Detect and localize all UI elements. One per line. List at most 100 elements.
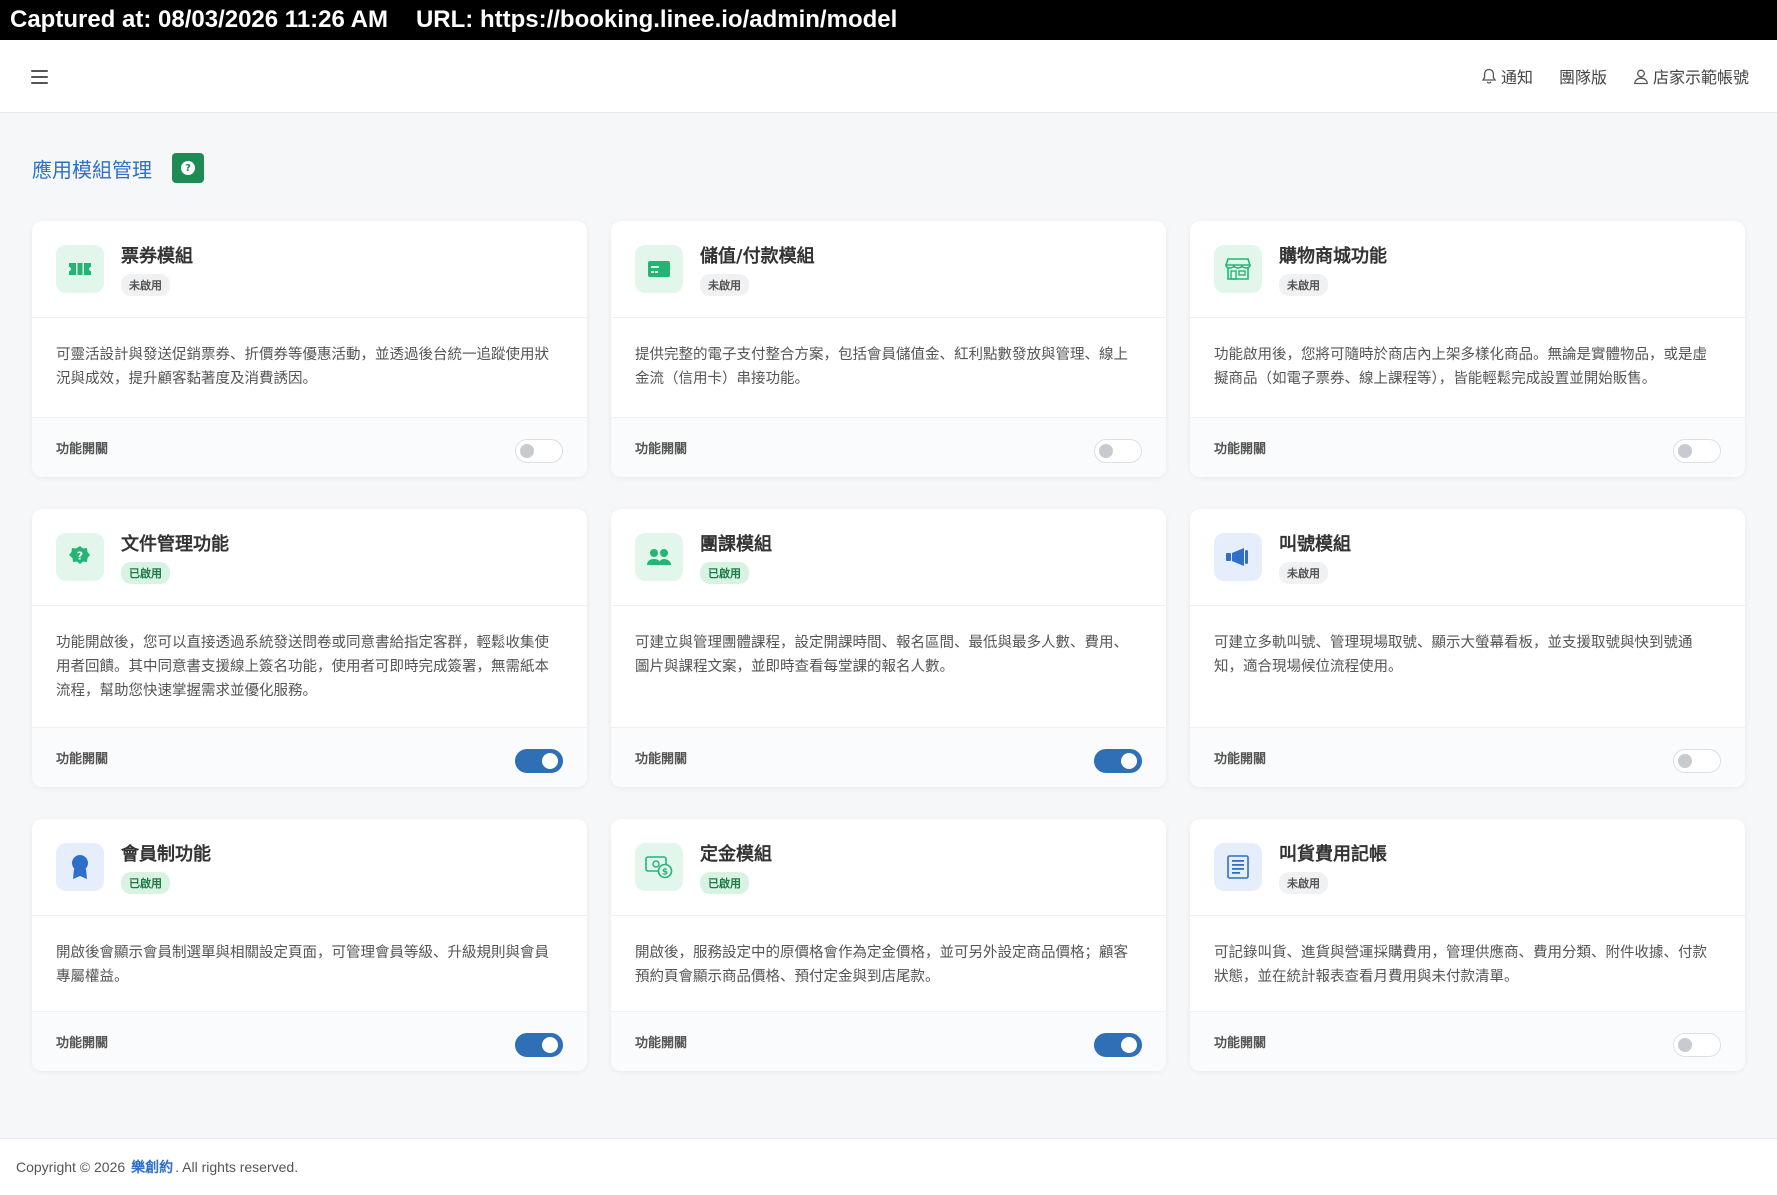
capture-info-bar: Captured at: 08/03/2026 11:26 AM URL: ht… [0, 0, 1777, 40]
notifications-label: 通知 [1500, 68, 1533, 87]
deposit-money-icon: $ [645, 854, 673, 880]
brand-link[interactable]: 樂創約 [131, 1157, 173, 1177]
capture-timestamp: Captured at: 08/03/2026 11:26 AM [10, 6, 388, 33]
rights-text: . All rights reserved. [175, 1159, 299, 1175]
team-edition-link[interactable]: 團隊版 [1559, 64, 1607, 88]
module-card-footer: 功能開關 [611, 1011, 1166, 1071]
module-card-footer: 功能開關 [32, 1011, 587, 1071]
module-card: 叫號模組 未啟用 可建立多軌叫號、管理現場取號、顯示大螢幕看板，並支援取號與快到… [1190, 509, 1745, 787]
store-icon [1225, 257, 1251, 281]
module-status-badge: 未啟用 [700, 274, 749, 296]
module-card-footer: 功能開關 [1190, 417, 1745, 477]
svg-text:$: $ [662, 868, 668, 878]
module-title: 會員制功能 [121, 844, 211, 865]
module-status-badge: 未啟用 [1279, 274, 1328, 296]
toggle-knob [542, 1036, 558, 1053]
module-card: $ 定金模組 已啟用 開啟後，服務設定中的原價格會作為定金價格，並可另外設定商品… [611, 819, 1166, 1071]
module-status-badge: 未啟用 [121, 274, 170, 296]
module-card-footer: 功能開關 [32, 727, 587, 787]
module-status-badge: 未啟用 [1279, 562, 1328, 584]
toggle-knob [1121, 752, 1137, 769]
toggle-knob [1678, 1037, 1692, 1052]
module-status-badge: 未啟用 [1279, 872, 1328, 894]
bell-icon [1481, 68, 1497, 84]
feature-switch-label: 功能開關 [635, 752, 688, 767]
page-header: 應用模組管理 ? [32, 153, 204, 183]
module-title: 票券模組 [121, 246, 193, 267]
module-description: 可記錄叫貨、進貨與營運採購費用，管理供應商、費用分類、附件收據、付款狀態，並在統… [1214, 945, 1707, 985]
module-card-header: 叫號模組 未啟用 [1190, 509, 1745, 606]
module-titles: 會員制功能 已啟用 [121, 840, 211, 894]
module-titles: 叫號模組 未啟用 [1279, 530, 1351, 584]
menu-toggle-icon[interactable] [31, 70, 48, 84]
module-icon-box [635, 245, 683, 293]
module-description: 功能開啟後，您可以直接透過系統發送問卷或同意書給指定客群，輕鬆收集使用者回饋。其… [56, 635, 549, 699]
feature-toggle-switch[interactable] [1094, 438, 1142, 463]
module-description: 開啟後會顯示會員制選單與相關設定頁面，可管理會員等級、升級規則與會員專屬權益。 [56, 945, 549, 985]
module-card: 會員制功能 已啟用 開啟後會顯示會員制選單與相關設定頁面，可管理會員等級、升級規… [32, 819, 587, 1071]
module-card: ? 文件管理功能 已啟用 功能開啟後，您可以直接透過系統發送問卷或同意書給指定客… [32, 509, 587, 787]
group-users-icon [646, 547, 672, 567]
feature-switch-label: 功能開關 [635, 1036, 688, 1051]
feature-toggle-switch[interactable] [1673, 748, 1721, 773]
feature-switch-label: 功能開關 [56, 1036, 109, 1051]
module-card-header: 儲值/付款模組 未啟用 [611, 221, 1166, 318]
feature-toggle-switch[interactable] [515, 438, 563, 463]
feature-toggle-switch[interactable] [515, 1032, 563, 1057]
module-card-header: 團課模組 已啟用 [611, 509, 1166, 606]
module-icon-box [1214, 843, 1262, 891]
module-icon-box: $ [635, 843, 683, 891]
module-card-header: $ 定金模組 已啟用 [611, 819, 1166, 916]
module-titles: 文件管理功能 已啟用 [121, 530, 229, 584]
top-nav-links: 通知 團隊版 店家示範帳號 [1455, 62, 1749, 90]
module-title: 定金模組 [700, 844, 772, 865]
module-status-badge: 已啟用 [121, 562, 170, 584]
module-titles: 購物商城功能 未啟用 [1279, 242, 1387, 296]
module-titles: 定金模組 已啟用 [700, 840, 772, 894]
ticket-icon [67, 260, 93, 278]
module-card-header: 會員制功能 已啟用 [32, 819, 587, 916]
feature-switch-label: 功能開關 [635, 442, 688, 457]
feature-toggle-switch[interactable] [1673, 438, 1721, 463]
module-card: 叫貨費用記帳 未啟用 可記錄叫貨、進貨與營運採購費用，管理供應商、費用分類、附件… [1190, 819, 1745, 1071]
toggle-knob [1678, 753, 1692, 768]
module-card-header: ? 文件管理功能 已啟用 [32, 509, 587, 606]
module-status-badge: 已啟用 [700, 872, 749, 894]
feature-switch-label: 功能開關 [56, 752, 109, 767]
module-titles: 團課模組 已啟用 [700, 530, 772, 584]
module-card: 購物商城功能 未啟用 功能啟用後，您將可隨時於商店內上架多樣化商品。無論是實體物… [1190, 221, 1745, 477]
page-title: 應用模組管理 [32, 157, 152, 182]
feature-switch-label: 功能開關 [1214, 752, 1267, 767]
module-grid: 票券模組 未啟用 可靈活設計與發送促銷票券、折價券等優惠活動，並透過後台統一追蹤… [32, 221, 1745, 1071]
module-card-header: 叫貨費用記帳 未啟用 [1190, 819, 1745, 916]
module-status-badge: 已啟用 [121, 872, 170, 894]
account-menu[interactable]: 店家示範帳號 [1633, 64, 1749, 88]
module-description: 可靈活設計與發送促銷票券、折價券等優惠活動，並透過後台統一追蹤使用狀況與成效，提… [56, 347, 549, 387]
module-card-header: 購物商城功能 未啟用 [1190, 221, 1745, 318]
toggle-knob [542, 752, 558, 769]
module-description: 提供完整的電子支付整合方案，包括會員儲值金、紅利點數發放與管理、線上金流（信用卡… [635, 347, 1128, 387]
module-description: 可建立多軌叫號、管理現場取號、顯示大螢幕看板，並支援取號與快到號通知，適合現場候… [1214, 635, 1693, 675]
module-title: 文件管理功能 [121, 534, 229, 555]
feature-toggle-switch[interactable] [1673, 1032, 1721, 1057]
module-titles: 票券模組 未啟用 [121, 242, 193, 296]
toggle-knob [1678, 443, 1692, 458]
feature-toggle-switch[interactable] [1094, 1032, 1142, 1057]
module-card-footer: 功能開關 [611, 727, 1166, 787]
account-label: 店家示範帳號 [1652, 68, 1749, 87]
feature-toggle-switch[interactable] [1094, 748, 1142, 773]
module-icon-box [1214, 245, 1262, 293]
feature-toggle-switch[interactable] [515, 748, 563, 773]
module-status-badge: 已啟用 [700, 562, 749, 584]
toggle-knob [1121, 1036, 1137, 1053]
help-icon: ? [181, 161, 195, 175]
module-icon-box [1214, 533, 1262, 581]
feature-switch-label: 功能開關 [1214, 442, 1267, 457]
capture-url: URL: https://booking.linee.io/admin/mode… [415, 6, 898, 33]
module-card-footer: 功能開關 [1190, 1011, 1745, 1071]
team-edition-label: 團隊版 [1558, 68, 1607, 87]
notifications-link[interactable]: 通知 [1481, 64, 1533, 88]
document-badge-icon: ? [68, 545, 92, 569]
feature-switch-label: 功能開關 [56, 442, 109, 457]
help-button[interactable]: ? [172, 153, 204, 183]
